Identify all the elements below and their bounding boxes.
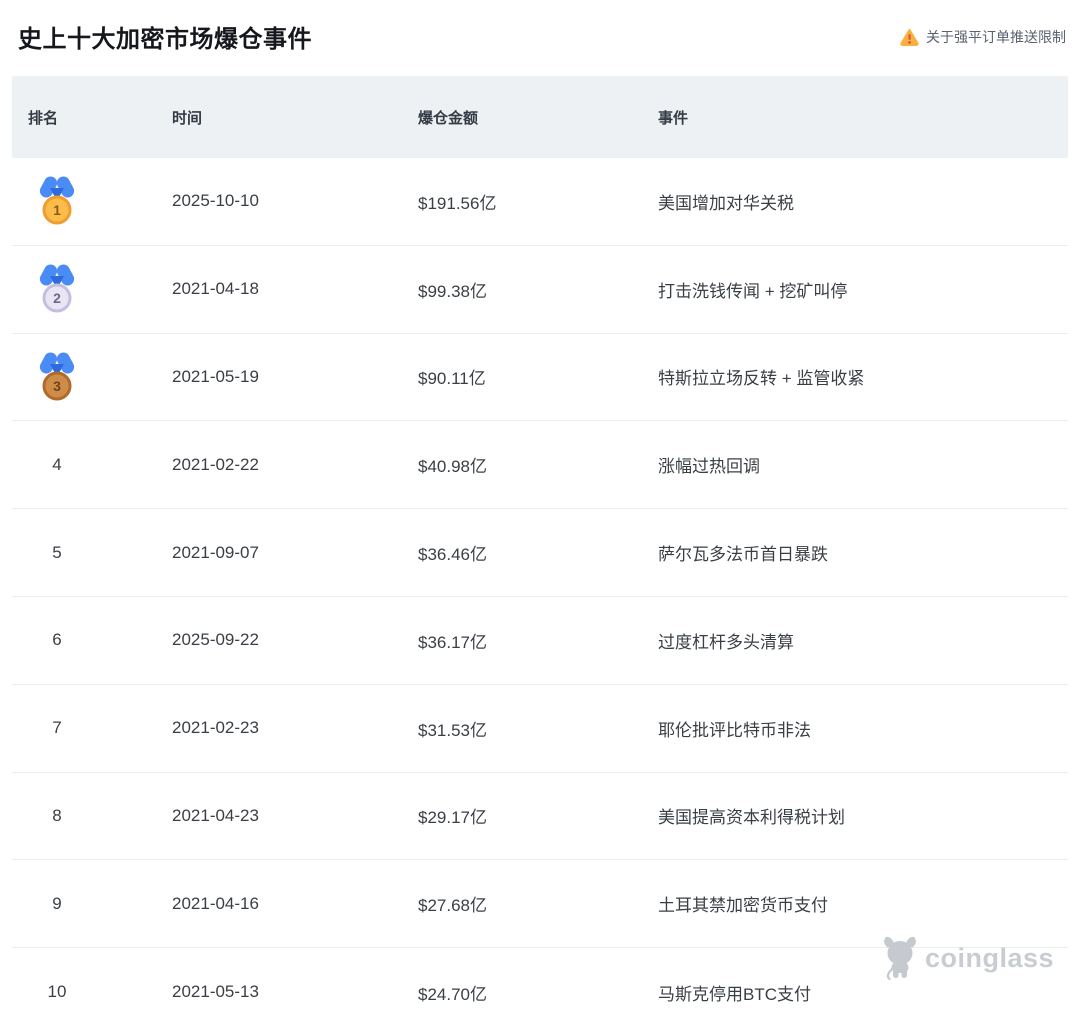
column-header-amount: 爆仓金额 <box>418 109 479 127</box>
notice-link[interactable]: 关于强平订单推送限制 <box>900 27 1066 47</box>
table-row: 3 2021-05-19 $90.11亿 特斯拉立场反转 + 监管收紧 <box>12 334 1068 422</box>
cell-event: 萨尔瓦多法币首日暴跌 <box>658 545 828 565</box>
cell-event: 耶伦批评比特币非法 <box>658 720 811 740</box>
cell-date: 2021-04-23 <box>172 805 259 825</box>
cell-date: 2021-02-23 <box>172 718 259 738</box>
silver-medal-icon: 2 <box>37 264 77 314</box>
table-row: 4 2021-02-22 $40.98亿 涨幅过热回调 <box>12 421 1068 510</box>
rank-number: 7 <box>52 718 62 738</box>
notice-label: 关于强平订单推送限制 <box>926 29 1066 45</box>
table-row: 7 2021-02-23 $31.53亿 耶伦批评比特币非法 <box>12 685 1068 773</box>
cell-amount: $27.68亿 <box>418 896 487 916</box>
rank-number: 9 <box>52 893 62 913</box>
rank-number: 3 <box>53 377 61 394</box>
cell-event: 马斯克停用BTC支付 <box>658 984 811 1004</box>
cell-amount: $36.17亿 <box>418 632 487 652</box>
cell-amount: $24.70亿 <box>418 984 487 1004</box>
table-row: 9 2021-04-16 $27.68亿 土耳其禁加密货币支付 <box>12 860 1068 949</box>
page-title: 史上十大加密市场爆仓事件 <box>18 26 312 53</box>
cell-event: 打击洗钱传闻 + 挖矿叫停 <box>658 281 848 301</box>
rank-number: 8 <box>52 805 62 825</box>
cell-amount: $99.38亿 <box>418 281 487 301</box>
cell-event: 土耳其禁加密货币支付 <box>658 896 828 916</box>
cell-date: 2025-10-10 <box>172 191 259 211</box>
cell-amount: $191.56亿 <box>418 193 497 213</box>
cell-event: 涨幅过热回调 <box>658 457 760 477</box>
cell-date: 2021-04-16 <box>172 893 259 913</box>
table-row: 1 2025-10-10 $191.56亿 美国增加对华关税 <box>12 158 1068 246</box>
table-header-row: 排名 时间 爆仓金额 事件 <box>12 76 1068 158</box>
rank-number: 2 <box>53 290 61 307</box>
top-bar: 史上十大加密市场爆仓事件 关于强平订单推送限制 <box>0 0 1080 76</box>
warning-triangle-icon <box>900 28 919 46</box>
cell-amount: $31.53亿 <box>418 720 487 740</box>
cell-event: 过度杠杆多头清算 <box>658 632 794 652</box>
liquidation-table: 排名 时间 爆仓金额 事件 1 2025-10-10 $191.56亿 美国增加… <box>12 76 1068 1036</box>
cell-amount: $90.11亿 <box>418 369 486 389</box>
table-row: 6 2025-09-22 $36.17亿 过度杠杆多头清算 <box>12 597 1068 685</box>
cell-date: 2021-09-07 <box>172 542 259 562</box>
cell-event: 特斯拉立场反转 + 监管收紧 <box>658 369 865 389</box>
rank-number: 1 <box>53 202 61 219</box>
rank-number: 10 <box>47 982 67 1002</box>
gold-medal-icon: 1 <box>37 176 77 226</box>
cell-event: 美国提高资本利得税计划 <box>658 808 845 828</box>
cell-amount: $29.17亿 <box>418 808 487 828</box>
column-header-time: 时间 <box>172 109 203 127</box>
cell-date: 2021-04-18 <box>172 279 259 299</box>
table-row: 8 2021-04-23 $29.17亿 美国提高资本利得税计划 <box>12 773 1068 861</box>
cell-date: 2021-05-19 <box>172 366 259 386</box>
column-header-event: 事件 <box>658 109 689 127</box>
table-row: 10 2021-05-13 $24.70亿 马斯克停用BTC支付 <box>12 948 1068 1036</box>
cell-amount: $36.46亿 <box>418 545 487 565</box>
cell-event: 美国增加对华关税 <box>658 193 794 213</box>
rank-number: 5 <box>52 542 62 562</box>
table-row: 2 2021-04-18 $99.38亿 打击洗钱传闻 + 挖矿叫停 <box>12 246 1068 334</box>
bronze-medal-icon: 3 <box>37 352 77 402</box>
column-header-rank: 排名 <box>28 109 59 127</box>
cell-date: 2021-05-13 <box>172 982 259 1002</box>
cell-date: 2025-09-22 <box>172 630 259 650</box>
rank-number: 4 <box>52 454 62 474</box>
table-row: 5 2021-09-07 $36.46亿 萨尔瓦多法币首日暴跌 <box>12 509 1068 597</box>
rank-number: 6 <box>52 630 62 650</box>
cell-amount: $40.98亿 <box>418 457 487 477</box>
cell-date: 2021-02-22 <box>172 454 259 474</box>
